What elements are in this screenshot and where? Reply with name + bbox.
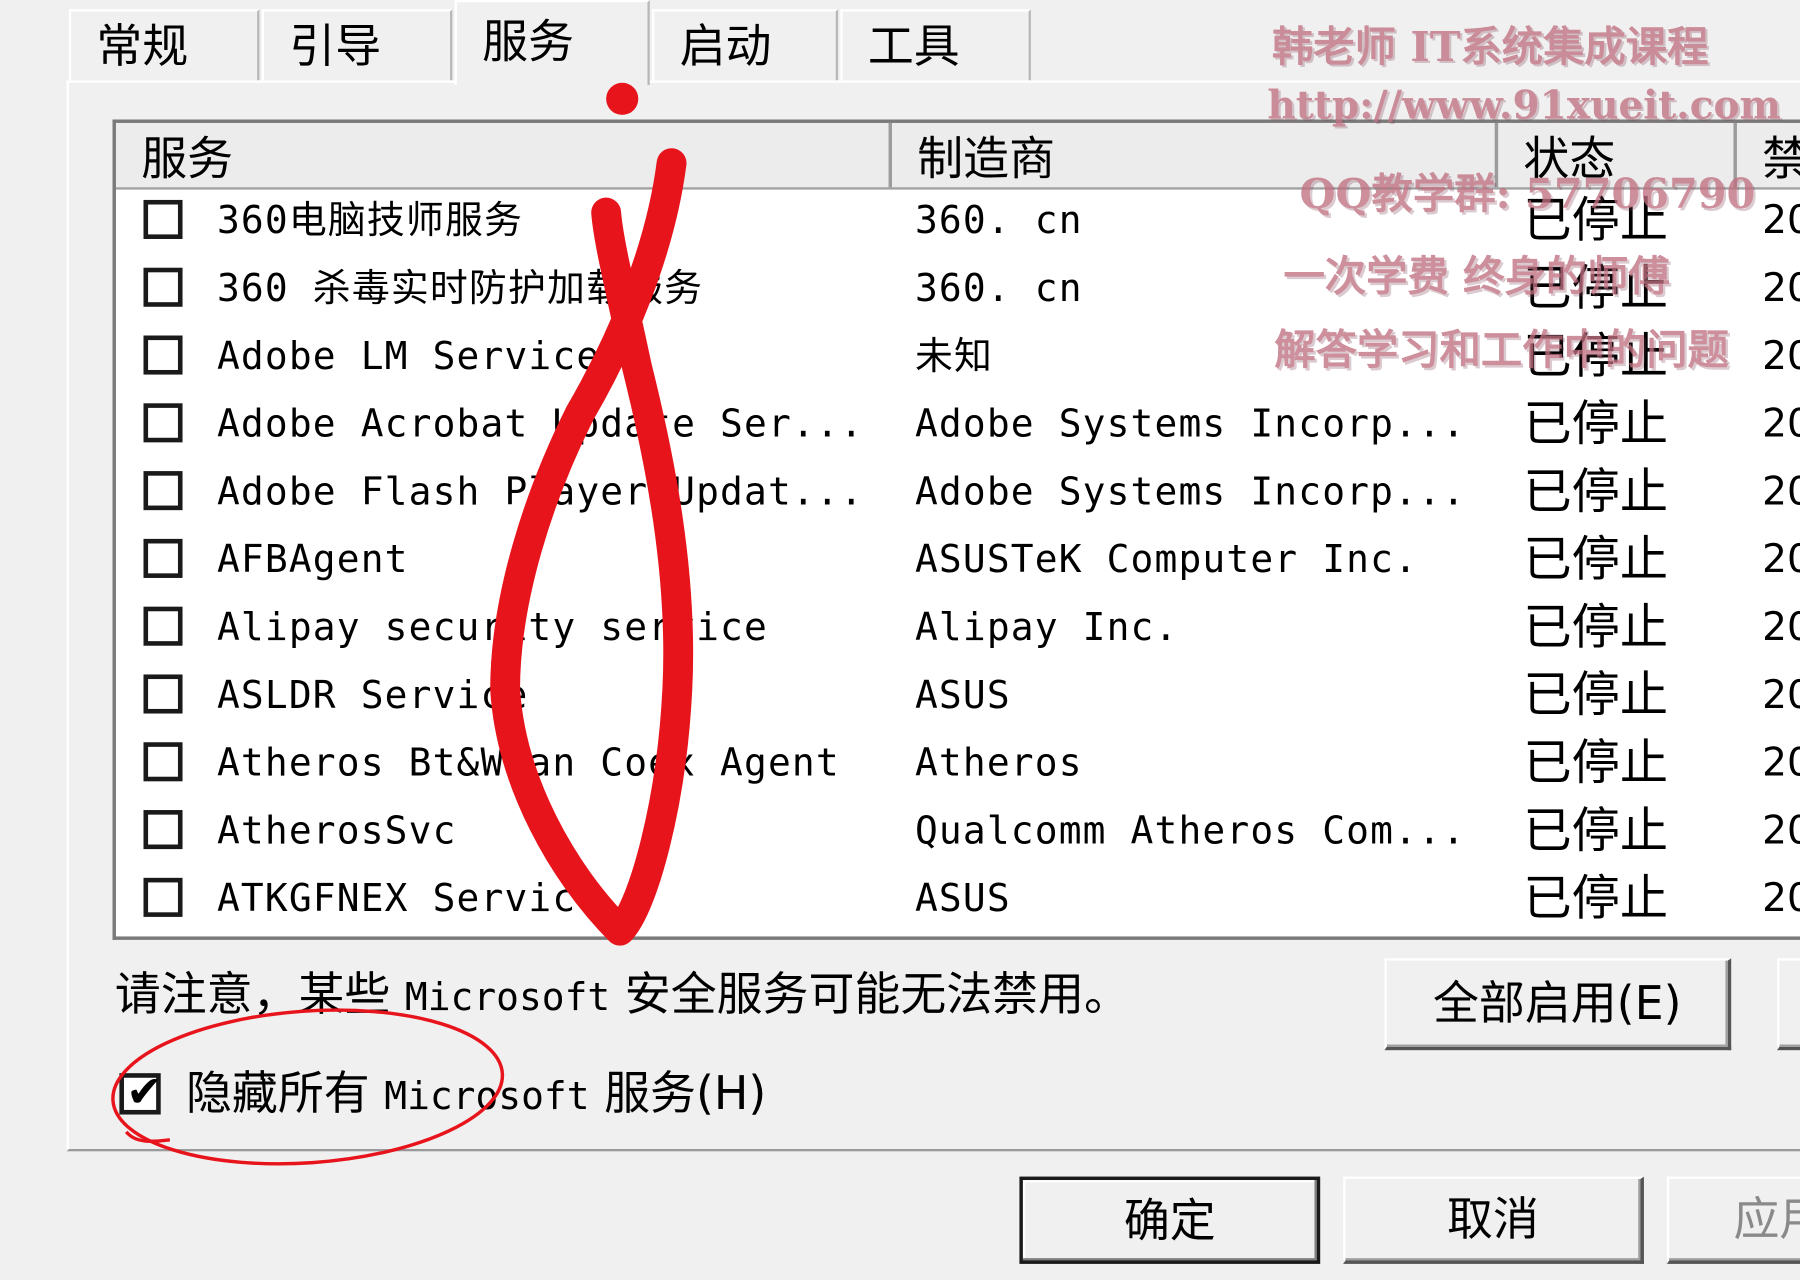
table-row[interactable]: ASLDR Service ASUS 已停止 20 bbox=[116, 662, 1800, 730]
service-status: 已停止 bbox=[1523, 530, 1669, 588]
service-checkbox[interactable] bbox=[143, 877, 183, 917]
list-header: 服务 制造商 状态 禁 bbox=[115, 122, 1800, 190]
tab-services[interactable]: 服务 bbox=[454, 0, 650, 86]
cancel-button[interactable]: 取消 bbox=[1343, 1176, 1644, 1264]
service-checkbox[interactable] bbox=[143, 471, 183, 511]
service-status: 已停止 bbox=[1523, 598, 1669, 655]
service-status: 已停止 bbox=[1523, 734, 1669, 791]
service-checkbox[interactable] bbox=[143, 674, 183, 714]
service-checkbox[interactable] bbox=[143, 742, 183, 782]
service-name: Adobe LM Service bbox=[216, 333, 601, 379]
service-manufacturer: 360. cn bbox=[914, 197, 1083, 243]
list-body: 360电脑技师服务 360. cn 已停止 20 360 杀毒实时防护加载服务 360. … bbox=[116, 187, 1800, 933]
service-manufacturer: ASUS bbox=[914, 672, 1011, 717]
services-list[interactable]: 服务 制造商 状态 禁 360电脑技师服务360. cn已停止20360 杀毒实… bbox=[112, 119, 1800, 940]
service-checkbox[interactable] bbox=[143, 538, 183, 578]
service-manufacturer: Atheros bbox=[914, 739, 1083, 785]
hide-ms-prefix: 隐藏所有 bbox=[185, 1067, 385, 1121]
tab-general[interactable]: 常规 bbox=[68, 9, 260, 81]
service-name: Adobe Acrobat Update Ser... bbox=[216, 401, 864, 446]
service-disabled-date: 20 bbox=[1762, 672, 1800, 719]
service-checkbox[interactable] bbox=[143, 199, 183, 239]
service-manufacturer: Alipay Inc. bbox=[914, 604, 1179, 650]
service-status: 已停止 bbox=[1523, 869, 1669, 927]
table-row[interactable]: Alipay security service Alipay Inc. 已停止 20 bbox=[116, 594, 1800, 662]
service-disabled-date: 20 bbox=[1762, 739, 1800, 786]
note-microsoft: Microsoft bbox=[404, 974, 611, 1020]
note-suffix: 安全服务可能无法禁用。 bbox=[610, 968, 1130, 1022]
service-manufacturer: ASUSTeK Computer Inc. bbox=[914, 536, 1419, 582]
note-prefix: 请注意，某些 bbox=[114, 968, 405, 1022]
service-status: 已停止 bbox=[1523, 395, 1669, 452]
table-row[interactable]: AtherosSvc Qualcomm Atheros Com... 已停止 20 bbox=[116, 797, 1800, 865]
tab-boot[interactable]: 引导 bbox=[261, 9, 453, 81]
service-manufacturer: ASUS bbox=[914, 875, 1011, 921]
table-row[interactable]: 360电脑技师服务 360. cn 已停止 20 bbox=[116, 187, 1800, 255]
service-manufacturer: Adobe Systems Incorp... bbox=[914, 468, 1466, 514]
tab-startup[interactable]: 启动 bbox=[652, 9, 839, 81]
table-row[interactable]: Adobe LM Service 未知 已停止 20 bbox=[116, 323, 1800, 391]
enable-all-button[interactable]: 全部启用(E) bbox=[1384, 958, 1732, 1051]
hide-microsoft-label[interactable]: 隐藏所有 Microsoft 服务(H) bbox=[186, 1062, 766, 1129]
service-manufacturer: 360. cn bbox=[914, 265, 1083, 311]
table-row[interactable]: ATKGFNEX Service ASUS 已停止 20 bbox=[116, 865, 1800, 933]
table-row[interactable]: Adobe Acrobat Update Ser... Adobe Systems… bbox=[116, 391, 1800, 459]
service-checkbox[interactable] bbox=[143, 606, 183, 646]
service-name: 360 杀毒实时防护加载服务 bbox=[216, 265, 704, 311]
service-manufacturer: Adobe Systems Incorp... bbox=[914, 401, 1466, 446]
msconfig-window: 常规 引导 服务 启动 工具 服务 制造商 状态 禁 360电脑技师服务 360.… bbox=[0, 0, 1800, 1280]
service-name: AtherosSvc bbox=[216, 807, 457, 853]
service-name: ASLDR Service bbox=[216, 672, 529, 717]
service-manufacturer: Qualcomm Atheros Com... bbox=[914, 807, 1466, 853]
table-row[interactable]: AFBAgent ASUSTeK Computer Inc. 已停止 20 bbox=[116, 526, 1800, 594]
watermark-line: 韩老师 IT系统集成课程 bbox=[1271, 22, 1709, 72]
service-status: 已停止 bbox=[1523, 666, 1669, 723]
table-row[interactable]: Atheros Bt&Wlan Coex Agent Atheros 已停止 20 bbox=[116, 730, 1800, 798]
service-name: AFBAgent bbox=[216, 536, 409, 582]
security-note: 请注意，某些 Microsoft 安全服务可能无法禁用。 bbox=[115, 963, 1130, 1030]
service-checkbox[interactable] bbox=[143, 810, 183, 850]
tab-strip: 常规 引导 服务 启动 工具 bbox=[68, 0, 1045, 86]
service-disabled-date: 20 bbox=[1762, 401, 1800, 447]
column-header-service[interactable]: 服务 bbox=[116, 122, 892, 188]
service-disabled-date: 20 bbox=[1762, 536, 1800, 583]
service-status: 已停止 bbox=[1523, 802, 1669, 859]
service-disabled-date: 20 bbox=[1762, 875, 1800, 922]
hide-microsoft-checkbox[interactable]: ✔ bbox=[119, 1066, 163, 1117]
check-mark-icon: ✔ bbox=[126, 1066, 163, 1117]
service-disabled-date: 20 bbox=[1762, 604, 1800, 651]
apply-button[interactable]: 应用 bbox=[1666, 1176, 1800, 1264]
table-row[interactable]: Adobe Flash Player Updat... Adobe Systems… bbox=[116, 458, 1800, 526]
ok-button[interactable]: 确定 bbox=[1019, 1176, 1321, 1264]
service-checkbox[interactable] bbox=[143, 403, 183, 443]
service-name: ATKGFNEX Service bbox=[216, 875, 601, 921]
service-name: Adobe Flash Player Updat... bbox=[216, 468, 864, 514]
service-disabled-date: 20 bbox=[1762, 197, 1800, 244]
hide-ms-suffix: 服务(H) bbox=[589, 1067, 767, 1121]
table-row[interactable]: 360 杀毒实时防护加载服务 360. cn 已停止 20 bbox=[116, 255, 1800, 323]
service-status: 已停止 bbox=[1523, 327, 1669, 384]
service-disabled-date: 20 bbox=[1762, 807, 1800, 854]
service-disabled-date: 20 bbox=[1762, 265, 1800, 312]
service-status: 已停止 bbox=[1523, 259, 1669, 316]
service-checkbox[interactable] bbox=[143, 335, 183, 375]
tab-tools[interactable]: 工具 bbox=[840, 9, 1031, 81]
hide-ms-microsoft: Microsoft bbox=[384, 1073, 590, 1118]
service-disabled-date: 20 bbox=[1762, 333, 1800, 380]
service-name: Atheros Bt&Wlan Coex Agent bbox=[216, 739, 840, 785]
service-manufacturer: 未知 bbox=[914, 333, 994, 379]
column-header-status[interactable]: 状态 bbox=[1498, 122, 1737, 188]
disable-all-button[interactable] bbox=[1777, 958, 1800, 1051]
service-checkbox[interactable] bbox=[143, 267, 183, 307]
service-status: 已停止 bbox=[1523, 463, 1669, 520]
column-header-disabled-date[interactable]: 禁 bbox=[1737, 123, 1800, 187]
service-name: 360电脑技师服务 bbox=[216, 197, 524, 243]
service-disabled-date: 20 bbox=[1762, 468, 1800, 515]
service-status: 已停止 bbox=[1523, 191, 1669, 249]
column-header-manufacturer[interactable]: 制造商 bbox=[892, 122, 1499, 188]
service-name: Alipay security service bbox=[216, 604, 768, 650]
